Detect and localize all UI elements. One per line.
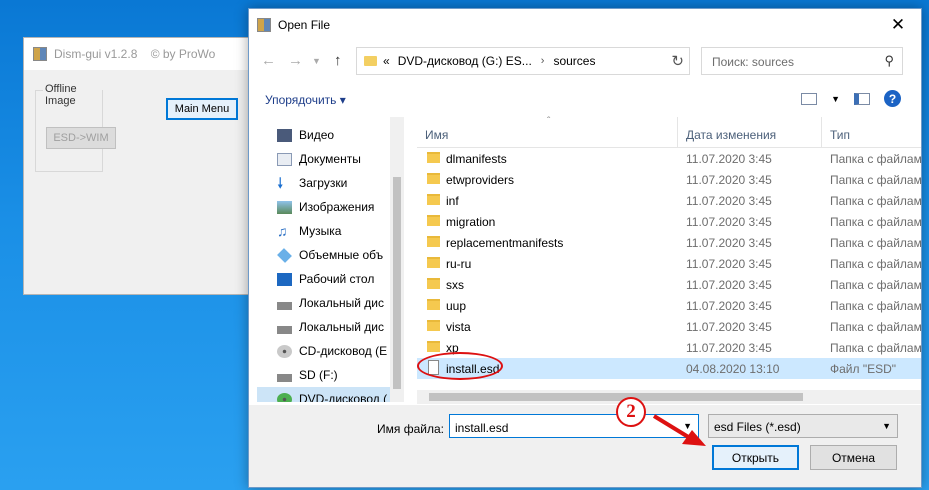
refresh-icon[interactable]: ↻ bbox=[671, 52, 684, 70]
navigation-bar: ← → ▼ ↑ « DVD-дисковод (G:) ES... › sour… bbox=[249, 47, 921, 77]
folder-icon bbox=[427, 236, 440, 247]
nav-item-music[interactable]: ♫ Музыка bbox=[277, 219, 402, 243]
breadcrumb-drive[interactable]: DVD-дисковод (G:) ES... bbox=[398, 54, 532, 68]
folder-icon bbox=[427, 152, 440, 163]
app-icon bbox=[33, 47, 47, 61]
file-row[interactable]: xp 11.07.2020 3:45 Папка с файлам bbox=[417, 337, 922, 358]
nav-scrollbar[interactable] bbox=[390, 117, 404, 402]
documents-icon bbox=[277, 152, 292, 166]
open-file-dialog: Open File ✕ ← → ▼ ↑ « DVD-дисковод (G:) … bbox=[248, 8, 922, 488]
nav-item-local-disk-1[interactable]: Локальный дис bbox=[277, 291, 402, 315]
cancel-button[interactable]: Отмена bbox=[810, 445, 897, 470]
cube-icon bbox=[277, 247, 292, 263]
file-row[interactable]: inf 11.07.2020 3:45 Папка с файлам bbox=[417, 190, 922, 211]
drive-icon bbox=[277, 368, 292, 382]
help-icon[interactable]: ? bbox=[884, 90, 901, 107]
file-row[interactable]: uup 11.07.2020 3:45 Папка с файлам bbox=[417, 295, 922, 316]
dialog-title: Open File bbox=[278, 18, 331, 32]
offline-image-label: Offline Image bbox=[43, 83, 102, 107]
nav-item-sd[interactable]: SD (F:) bbox=[277, 363, 402, 387]
chevron-down-icon[interactable]: ▼ bbox=[882, 421, 891, 431]
main-menu-button[interactable]: Main Menu bbox=[166, 98, 238, 120]
folder-icon bbox=[427, 320, 440, 331]
nav-item-cd-drive[interactable]: CD-дисковод (E bbox=[277, 339, 402, 363]
nav-item-video[interactable]: Видео bbox=[277, 123, 402, 147]
dvd-icon bbox=[277, 392, 292, 402]
column-type[interactable]: Тип bbox=[830, 128, 850, 142]
disc-icon bbox=[277, 344, 292, 358]
folder-icon bbox=[427, 341, 440, 352]
file-row[interactable]: replacementmanifests 11.07.2020 3:45 Папка… bbox=[417, 232, 922, 253]
sort-arrow-icon: ˆ bbox=[547, 116, 551, 127]
downloads-icon: 🠗 bbox=[277, 174, 284, 192]
dism-gui-window: Dism-gui v1.2.8 © by ProWo Offline Image… bbox=[23, 37, 261, 295]
column-name[interactable]: Имя bbox=[425, 128, 448, 142]
nav-item-3d-objects[interactable]: Объемные объ bbox=[277, 243, 402, 267]
file-type-select[interactable]: esd Files (*.esd) ▼ bbox=[708, 414, 898, 438]
forward-arrow-icon[interactable]: → bbox=[288, 52, 303, 69]
filename-label: Имя файла: bbox=[377, 422, 444, 436]
app-icon bbox=[257, 18, 271, 32]
nav-item-pictures[interactable]: Изображения bbox=[277, 195, 402, 219]
organize-button[interactable]: Упорядочить ▾ bbox=[265, 93, 346, 107]
breadcrumb-separator[interactable]: › bbox=[541, 55, 545, 67]
command-bar: Упорядочить ▾ ▼ ? bbox=[249, 85, 921, 115]
video-icon bbox=[277, 128, 292, 142]
folder-icon bbox=[427, 215, 440, 226]
nav-item-desktop[interactable]: Рабочий стол bbox=[277, 267, 402, 291]
file-row[interactable]: sxs 11.07.2020 3:45 Папка с файлам bbox=[417, 274, 922, 295]
file-type-value: esd Files (*.esd) bbox=[714, 420, 801, 434]
file-row[interactable]: dlmanifests 11.07.2020 3:45 Папка с файлам bbox=[417, 148, 922, 169]
folder-icon bbox=[427, 173, 440, 184]
dialog-titlebar: Open File ✕ bbox=[249, 9, 921, 41]
folder-icon bbox=[364, 56, 377, 66]
folder-icon bbox=[427, 194, 440, 205]
address-bar[interactable]: « DVD-дисковод (G:) ES... › sources ↻ bbox=[356, 47, 690, 75]
breadcrumb-overflow[interactable]: « bbox=[383, 54, 390, 68]
nav-item-downloads[interactable]: 🠗 Загрузки bbox=[277, 171, 402, 195]
nav-item-dvd-drive[interactable]: DVD-дисковод ( bbox=[257, 387, 402, 402]
dism-title: Dism-gui v1.2.8 © by ProWo bbox=[54, 47, 216, 61]
search-box[interactable]: ⚲ bbox=[701, 47, 903, 75]
navigation-pane: Видео Документы 🠗 Загрузки Изображения ♫ М… bbox=[249, 117, 404, 402]
dism-titlebar: Dism-gui v1.2.8 © by ProWo bbox=[24, 38, 260, 70]
folder-icon bbox=[427, 278, 440, 289]
recent-dropdown-icon[interactable]: ▼ bbox=[312, 56, 321, 66]
highlight-ellipse bbox=[417, 352, 503, 380]
folder-icon bbox=[427, 299, 440, 310]
horizontal-scrollbar[interactable] bbox=[417, 390, 921, 404]
nav-item-local-disk-2[interactable]: Локальный дис bbox=[277, 315, 402, 339]
column-header: Имя ˆ Дата изменения Тип bbox=[417, 116, 921, 148]
open-button[interactable]: Открыть bbox=[712, 445, 799, 470]
pictures-icon bbox=[277, 200, 292, 214]
file-row[interactable]: migration 11.07.2020 3:45 Папка с файлам bbox=[417, 211, 922, 232]
music-icon: ♫ bbox=[277, 222, 288, 239]
drive-icon bbox=[277, 296, 292, 310]
dialog-footer: Имя файла: ▼ esd Files (*.esd) ▼ Открыть… bbox=[249, 405, 921, 487]
file-row[interactable]: ru-ru 11.07.2020 3:45 Папка с файлам bbox=[417, 253, 922, 274]
search-icon[interactable]: ⚲ bbox=[884, 53, 894, 69]
back-arrow-icon[interactable]: ← bbox=[261, 52, 276, 69]
view-dropdown-icon[interactable]: ▼ bbox=[831, 94, 840, 104]
drive-icon bbox=[277, 320, 292, 334]
file-row[interactable]: vista 11.07.2020 3:45 Папка с файлам bbox=[417, 316, 922, 337]
close-icon[interactable]: ✕ bbox=[875, 9, 921, 41]
up-arrow-icon[interactable]: ↑ bbox=[334, 52, 342, 69]
red-arrow-icon bbox=[652, 414, 706, 446]
step-number-badge: 2 bbox=[616, 397, 646, 427]
breadcrumb-sources[interactable]: sources bbox=[553, 54, 595, 68]
view-options-icon[interactable] bbox=[801, 92, 818, 105]
scrollbar-thumb[interactable] bbox=[429, 393, 803, 401]
scrollbar-thumb[interactable] bbox=[393, 177, 401, 389]
desktop-icon bbox=[277, 272, 292, 286]
filename-input[interactable] bbox=[453, 420, 677, 436]
file-row[interactable]: etwproviders 11.07.2020 3:45 Папка с файла… bbox=[417, 169, 922, 190]
nav-item-documents[interactable]: Документы bbox=[277, 147, 402, 171]
preview-pane-icon[interactable] bbox=[854, 92, 870, 105]
search-input[interactable] bbox=[710, 54, 874, 70]
esd-to-wim-button[interactable]: ESD->WIM bbox=[46, 127, 116, 149]
offline-image-group: Offline Image ESD->WIM bbox=[35, 83, 116, 172]
folder-icon bbox=[427, 257, 440, 268]
column-date[interactable]: Дата изменения bbox=[686, 128, 776, 142]
